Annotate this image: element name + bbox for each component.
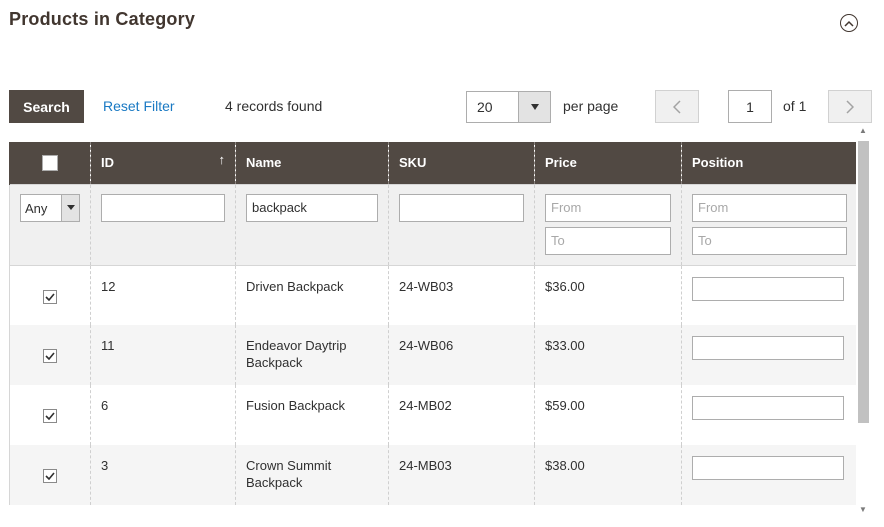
column-header-sku[interactable]: SKU <box>388 142 535 184</box>
cell-id: 12 <box>90 265 236 325</box>
sort-asc-icon: ↑ <box>218 152 226 167</box>
previous-page-button[interactable] <box>655 90 699 123</box>
position-input[interactable] <box>692 396 844 420</box>
position-from-input[interactable] <box>692 193 847 222</box>
price-to-input[interactable] <box>545 226 671 255</box>
checkmark-icon <box>45 292 55 301</box>
cell-price: $33.00 <box>534 325 682 385</box>
checkmark-icon <box>45 352 55 360</box>
chevron-down-icon <box>61 194 79 221</box>
select-all-checkbox[interactable] <box>42 155 58 172</box>
page-number-input[interactable] <box>728 90 772 123</box>
table-row[interactable]: 12 Driven Backpack 24-WB03 $36.00 <box>9 265 856 325</box>
cell-price: $36.00 <box>534 265 682 325</box>
price-from-input[interactable] <box>545 193 671 222</box>
row-checkbox[interactable] <box>43 349 57 363</box>
cell-sku: 24-WB03 <box>388 265 535 325</box>
column-header-name[interactable]: Name <box>235 142 389 184</box>
checkmark-icon <box>45 412 55 420</box>
sku-filter-input[interactable] <box>399 193 524 222</box>
scroll-up-icon[interactable]: ▲ <box>859 126 867 135</box>
reset-filter-link[interactable]: Reset Filter <box>103 98 175 114</box>
row-checkbox[interactable] <box>43 469 57 483</box>
cell-id: 11 <box>90 325 236 385</box>
chevron-left-icon <box>673 99 681 114</box>
scroll-down-icon[interactable]: ▼ <box>859 505 867 514</box>
position-input[interactable] <box>692 276 844 301</box>
records-found: 4 records found <box>225 98 323 114</box>
checkmark-icon <box>45 472 55 480</box>
filter-row: Any <box>9 183 856 266</box>
cell-name: Fusion Backpack <box>235 385 389 445</box>
per-page-select[interactable]: 20 <box>466 91 551 123</box>
in-category-filter-select[interactable]: Any <box>20 193 80 222</box>
chevron-up-icon <box>844 20 854 27</box>
next-page-button[interactable] <box>828 90 872 123</box>
products-grid: ID ↑ Name SKU Price Position Any backpac… <box>9 142 856 507</box>
table-row[interactable]: 6 Fusion Backpack 24-MB02 $59.00 <box>9 385 856 445</box>
cell-name: Endeavor Daytrip Backpack <box>235 325 389 385</box>
cell-price: $59.00 <box>534 385 682 445</box>
name-filter-input[interactable] <box>246 193 378 222</box>
column-header-position[interactable]: Position <box>681 142 856 184</box>
section-title: Products in Category <box>9 9 196 29</box>
cell-name: Driven Backpack <box>235 265 389 325</box>
row-checkbox[interactable] <box>43 409 57 423</box>
search-button[interactable]: Search <box>9 90 84 123</box>
grid-scrollbar[interactable]: ▲ ▼ <box>856 126 870 514</box>
cell-id: 3 <box>90 445 236 505</box>
per-page-value: 20 <box>477 99 493 115</box>
cell-name: Crown Summit Backpack <box>235 445 389 505</box>
cell-price: $38.00 <box>534 445 682 505</box>
cell-sku: 24-WB06 <box>388 325 535 385</box>
cell-sku: 24-MB02 <box>388 385 535 445</box>
collapse-button[interactable] <box>840 14 858 32</box>
cell-sku: 24-MB03 <box>388 445 535 505</box>
chevron-down-icon <box>518 92 550 122</box>
column-header-id[interactable]: ID ↑ <box>90 142 236 184</box>
scrollbar-thumb[interactable] <box>858 141 869 423</box>
id-filter-input[interactable] <box>101 193 225 222</box>
position-input[interactable] <box>692 336 844 360</box>
row-checkbox[interactable] <box>43 289 57 304</box>
per-page-label: per page <box>563 98 619 114</box>
column-header-price[interactable]: Price <box>534 142 682 184</box>
column-header-select[interactable] <box>9 142 91 184</box>
table-row[interactable]: 3 Crown Summit Backpack 24-MB03 $38.00 <box>9 445 856 505</box>
page-total: of 1 <box>783 98 807 114</box>
cell-id: 6 <box>90 385 236 445</box>
chevron-right-icon <box>846 99 854 114</box>
table-row[interactable]: 11 Endeavor Daytrip Backpack 24-WB06 $33… <box>9 325 856 385</box>
position-input[interactable] <box>692 456 844 480</box>
position-to-input[interactable] <box>692 226 847 255</box>
